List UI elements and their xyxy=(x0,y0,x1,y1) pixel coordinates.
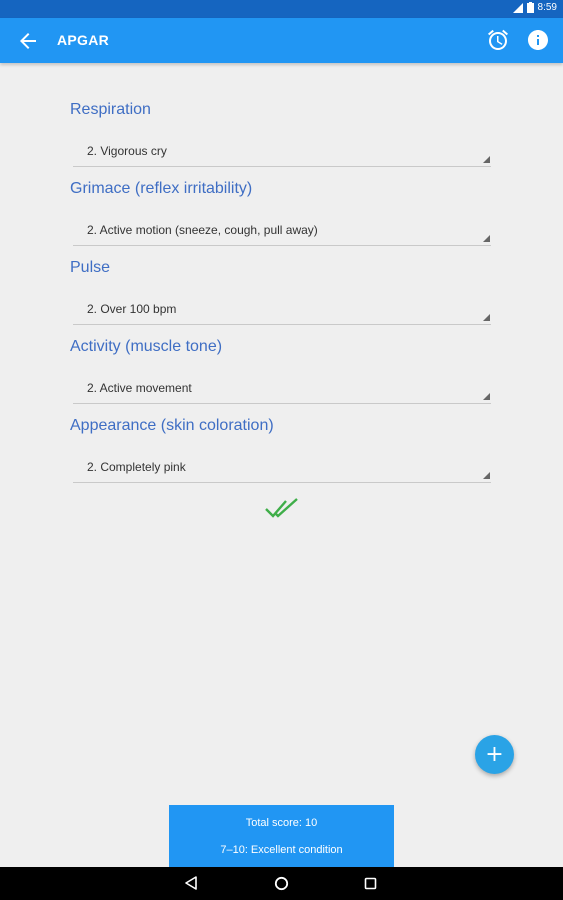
arrow-back-icon xyxy=(20,33,36,49)
nav-home-icon[interactable] xyxy=(274,876,289,891)
total-score: Total score: 10 xyxy=(245,817,318,829)
field-label: Activity (muscle tone) xyxy=(70,338,223,355)
back-button[interactable] xyxy=(16,29,40,53)
system-nav-bar xyxy=(0,867,563,900)
double-check-icon xyxy=(265,498,298,518)
info-button[interactable] xyxy=(526,28,550,52)
activity-spinner[interactable]: 2. Active movement xyxy=(73,374,491,404)
grimace-field: Grimace (reflex irritability) 2. Active … xyxy=(70,179,491,246)
spinner-value: 2. Active motion (sneeze, cough, pull aw… xyxy=(87,223,318,237)
add-button[interactable]: + xyxy=(475,735,514,774)
app-bar: APGAR xyxy=(0,18,563,63)
status-time: 8:59 xyxy=(537,2,557,13)
battery-icon xyxy=(526,2,534,13)
app-title: APGAR xyxy=(57,32,110,48)
alarm-icon xyxy=(488,29,508,50)
spinner-value: 2. Vigorous cry xyxy=(87,144,167,158)
dropdown-arrow-icon xyxy=(483,393,490,400)
spinner-value: 2. Active movement xyxy=(87,381,192,395)
field-label: Grimace (reflex irritability) xyxy=(70,180,253,197)
alarm-button[interactable] xyxy=(486,28,510,52)
dropdown-arrow-icon xyxy=(483,156,490,163)
grimace-spinner[interactable]: 2. Active motion (sneeze, cough, pull aw… xyxy=(73,216,491,246)
pulse-spinner[interactable]: 2. Over 100 bpm xyxy=(73,295,491,325)
spinner-value: 2. Over 100 bpm xyxy=(87,302,177,316)
dropdown-arrow-icon xyxy=(483,472,490,479)
status-icons: 8:59 xyxy=(512,2,557,13)
respiration-spinner[interactable]: 2. Vigorous cry xyxy=(73,137,491,167)
pulse-field: Pulse 2. Over 100 bpm xyxy=(70,258,491,325)
nav-back-icon[interactable] xyxy=(184,876,198,890)
info-icon xyxy=(528,30,548,50)
dropdown-arrow-icon xyxy=(483,314,490,321)
field-label: Pulse xyxy=(70,259,111,276)
field-label: Respiration xyxy=(70,101,151,118)
respiration-field: Respiration 2. Vigorous cry xyxy=(70,100,491,167)
score-interpretation: 7–10: Excellent condition xyxy=(220,844,343,856)
nav-recents-icon[interactable] xyxy=(364,877,377,890)
plus-icon: + xyxy=(485,742,504,767)
signal-icon xyxy=(512,2,523,13)
status-bar: 8:59 xyxy=(0,0,563,18)
score-panel: Total score: 10 7–10: Excellent conditio… xyxy=(169,805,394,867)
appearance-field: Appearance (skin coloration) 2. Complete… xyxy=(70,416,491,483)
activity-field: Activity (muscle tone) 2. Active movemen… xyxy=(70,337,491,404)
spinner-value: 2. Completely pink xyxy=(87,460,186,474)
dropdown-arrow-icon xyxy=(483,235,490,242)
appearance-spinner[interactable]: 2. Completely pink xyxy=(73,453,491,483)
field-label: Appearance (skin coloration) xyxy=(70,417,274,434)
